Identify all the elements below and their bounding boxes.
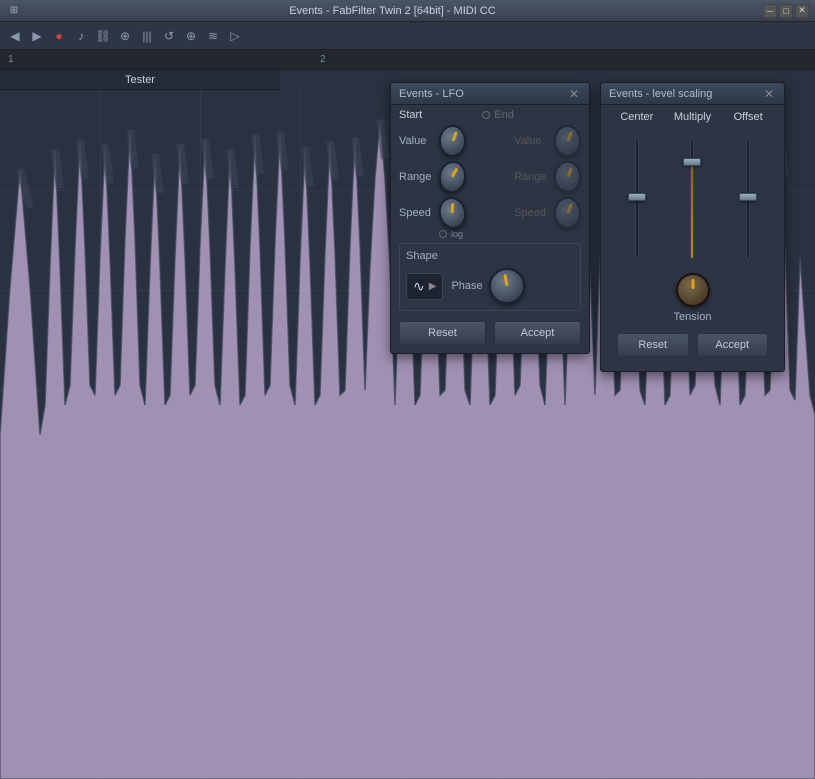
minimize-button[interactable]: ─	[763, 4, 777, 18]
wave-icon[interactable]: ≋	[204, 27, 222, 45]
center-slider-thumb[interactable]	[628, 193, 646, 201]
maximize-button[interactable]: □	[779, 4, 793, 18]
piano-roll-bg[interactable]: 1 2 Tester	[0, 50, 815, 779]
back-icon[interactable]: ◀	[6, 27, 24, 45]
center-slider-container	[627, 139, 647, 269]
forward-icon[interactable]: ▷	[226, 27, 244, 45]
tension-label: Tension	[674, 311, 712, 323]
play-icon[interactable]: ▶	[28, 27, 46, 45]
log-row: log	[391, 229, 589, 239]
lfo-panel: Events - LFO ✕ Start End Value Value	[390, 82, 590, 354]
tension-knob[interactable]	[676, 273, 710, 307]
tension-area: Tension	[609, 273, 776, 323]
phase-label: Phase	[451, 280, 482, 292]
loop-icon[interactable]: ↺	[160, 27, 178, 45]
lfo-close-button[interactable]: ✕	[567, 87, 581, 101]
shape-row: ∿ ▶ Phase	[406, 268, 574, 304]
phase-area: Phase	[451, 268, 524, 304]
level-panel-body: Center Multiply Offset	[601, 105, 784, 371]
transport-bar: ◀ ▶ ● ♪ ⛓ ⊕ ||| ↺ ⊕ ≋ ▷	[0, 22, 815, 50]
grid-line-3	[300, 90, 301, 779]
level-title: Events - level scaling	[609, 88, 712, 100]
multiply-slider-track	[690, 139, 694, 259]
speed-label: Speed	[399, 207, 431, 219]
level-accept-button[interactable]: Accept	[697, 333, 769, 357]
ruler-marker-2: 2	[320, 54, 326, 65]
chain-icon[interactable]: ⛓	[94, 27, 112, 45]
offset-slider-container	[738, 139, 758, 269]
note-icon[interactable]: ♪	[72, 27, 90, 45]
log-label: log	[451, 229, 463, 239]
lfo-panel-header: Events - LFO ✕	[391, 83, 589, 105]
level-btn-row: Reset Accept	[609, 327, 776, 365]
center-header: Center	[612, 111, 662, 123]
magnet-icon[interactable]: |||	[138, 27, 156, 45]
range-label: Range	[399, 171, 431, 183]
phase-knob[interactable]	[489, 268, 525, 304]
se-tabs: Start End	[391, 105, 589, 123]
level-reset-button[interactable]: Reset	[617, 333, 689, 357]
log-radio[interactable]	[439, 230, 447, 238]
value-row: Value Value	[391, 123, 589, 159]
lfo-title: Events - LFO	[399, 88, 464, 100]
offset-header: Offset	[723, 111, 773, 123]
lfo-accept-button[interactable]: Accept	[494, 321, 581, 345]
zoom-icon[interactable]: ⊕	[182, 27, 200, 45]
multiply-header: Multiply	[667, 111, 717, 123]
multiply-slider-container	[682, 139, 702, 269]
multiply-slider-thumb[interactable]	[683, 158, 701, 166]
record-icon[interactable]: ●	[50, 27, 68, 45]
speed-knob[interactable]	[436, 194, 470, 232]
title-bar-icons: ⊞	[6, 3, 22, 19]
add-icon[interactable]: ⊕	[116, 27, 134, 45]
close-button[interactable]: ✕	[795, 4, 809, 18]
end-range-knob[interactable]	[554, 161, 581, 193]
start-label: Start	[399, 109, 422, 121]
end-value-label: Value	[514, 135, 546, 147]
main-area: 1 2 Tester	[0, 50, 815, 779]
title-bar-controls: ─ □ ✕	[763, 4, 809, 18]
track-name: Tester	[125, 74, 155, 86]
end-radio	[482, 111, 490, 119]
app-icon: ⊞	[6, 3, 22, 19]
value-label: Value	[399, 135, 431, 147]
center-slider-track	[635, 139, 639, 259]
level-col-headers: Center Multiply Offset	[609, 111, 776, 123]
title-bar-text: Events - FabFilter Twin 2 [64bit] - MIDI…	[28, 5, 757, 17]
shape-section: Shape ∿ ▶ Phase	[399, 243, 581, 311]
end-range-label: Range	[514, 171, 546, 183]
shape-title: Shape	[406, 250, 574, 262]
title-bar: ⊞ Events - FabFilter Twin 2 [64bit] - MI…	[0, 0, 815, 22]
lfo-btn-row: Reset Accept	[391, 315, 589, 353]
offset-slider-thumb[interactable]	[739, 193, 757, 201]
offset-slider-track	[746, 139, 750, 259]
level-panel: Events - level scaling ✕ Center Multiply…	[600, 82, 785, 372]
grid-line-1	[100, 90, 101, 779]
range-knob[interactable]	[437, 159, 469, 195]
end-label: End	[494, 109, 514, 121]
level-panel-header: Events - level scaling ✕	[601, 83, 784, 105]
level-close-button[interactable]: ✕	[762, 87, 776, 101]
shape-selector[interactable]: ∿ ▶	[406, 273, 443, 300]
ruler: 1 2	[0, 50, 815, 70]
start-tab[interactable]: Start	[399, 109, 422, 121]
end-value-knob[interactable]	[554, 125, 581, 157]
end-speed-knob[interactable]	[554, 197, 581, 229]
value-knob[interactable]	[439, 125, 466, 157]
multiply-fill	[691, 164, 693, 258]
speed-row: Speed Speed	[391, 195, 589, 231]
grid-h-3	[0, 390, 815, 391]
track-label: Tester	[0, 70, 280, 90]
end-tab[interactable]: End	[482, 109, 514, 121]
wave-shape-icon: ∿	[413, 278, 425, 295]
grid-line-2	[200, 90, 201, 779]
lfo-reset-button[interactable]: Reset	[399, 321, 486, 345]
range-row: Range Range	[391, 159, 589, 195]
end-speed-label: Speed	[514, 207, 546, 219]
shape-arrow-icon[interactable]: ▶	[429, 281, 437, 292]
level-sliders-area	[609, 129, 776, 269]
ruler-start: 1	[8, 54, 14, 65]
